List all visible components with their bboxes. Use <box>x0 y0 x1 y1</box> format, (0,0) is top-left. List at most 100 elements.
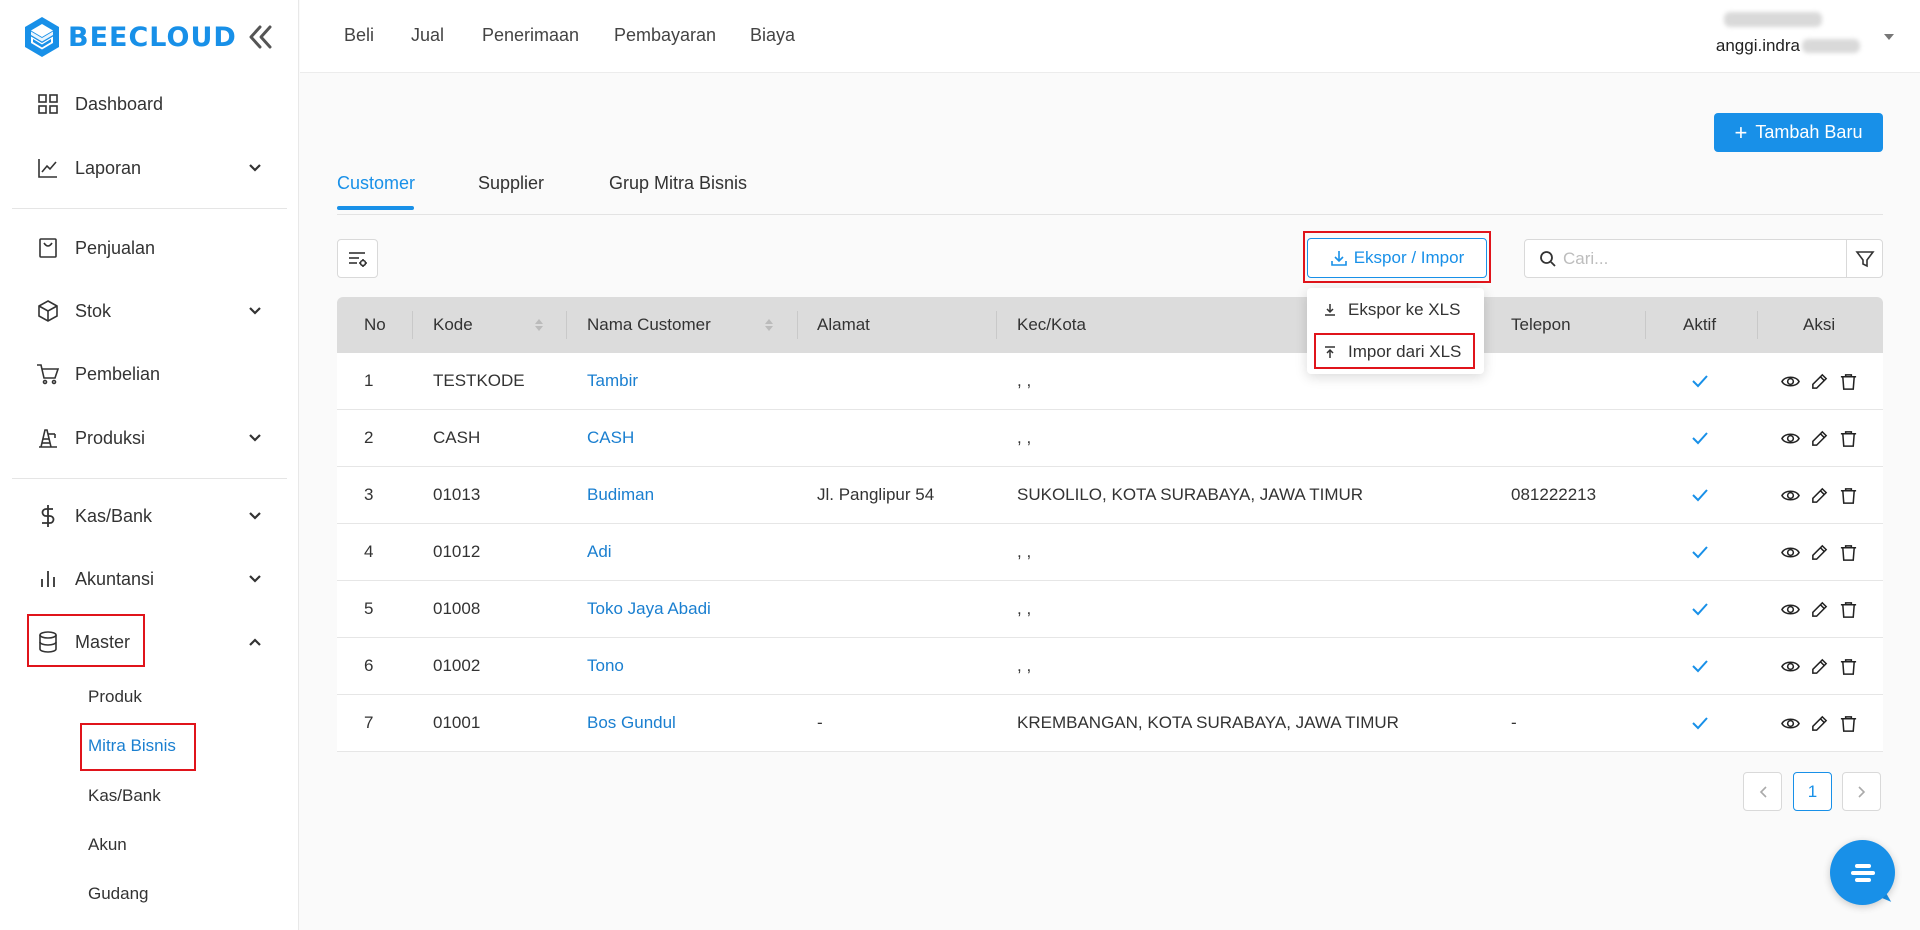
cell-kec-kota: , , <box>1017 428 1032 447</box>
menu-item-export-xls[interactable]: Ekspor ke XLS <box>1307 292 1484 328</box>
sidebar-item-akuntansi[interactable]: Akuntansi <box>12 555 287 603</box>
sidebar-item-pembelian[interactable]: Pembelian <box>12 350 287 398</box>
menu-item-label: Ekspor ke XLS <box>1348 300 1461 319</box>
cell-kec-kota: KREMBANGAN, KOTA SURABAYA, JAWA TIMUR <box>1017 713 1399 732</box>
nav-link-pembayaran[interactable]: Pembayaran <box>614 25 716 46</box>
edit-pencil-icon[interactable] <box>1810 600 1829 619</box>
cell-nama-customer[interactable]: Bos Gundul <box>587 695 676 751</box>
search-icon <box>1540 250 1556 267</box>
column-header-nama-customer[interactable]: Nama Customer <box>587 297 711 353</box>
pagination-page-1[interactable]: 1 <box>1793 772 1832 811</box>
cell-nama-customer[interactable]: Budiman <box>587 467 654 523</box>
delete-trash-icon[interactable] <box>1839 657 1858 676</box>
view-eye-icon[interactable] <box>1781 714 1800 733</box>
sidebar-item-dashboard[interactable]: Dashboard <box>12 80 287 128</box>
cell-nama-customer[interactable]: Adi <box>587 524 612 580</box>
cell-no: 3 <box>364 485 374 504</box>
sidebar-item-label: Stok <box>75 300 112 321</box>
search-input[interactable] <box>1563 248 1833 269</box>
sidebar-item-penjualan[interactable]: Penjualan <box>12 224 287 272</box>
user-email: anggi.indra <box>1716 36 1860 56</box>
view-eye-icon[interactable] <box>1781 372 1800 391</box>
sidebar-subitem-gudang[interactable]: Gudang <box>88 884 149 904</box>
active-check-icon <box>1692 546 1708 559</box>
edit-pencil-icon[interactable] <box>1810 486 1829 505</box>
active-check-icon <box>1692 375 1708 388</box>
view-eye-icon[interactable] <box>1781 543 1800 562</box>
brand-name: BEECLOUD <box>68 21 237 53</box>
nav-link-penerimaan[interactable]: Penerimaan <box>482 25 579 46</box>
sidebar-item-label: Produksi <box>75 427 146 448</box>
column-header-kode[interactable]: Kode <box>433 297 473 353</box>
cell-nama-customer[interactable]: Tono <box>587 638 624 694</box>
email-domain-redacted <box>1802 39 1860 53</box>
sidebar-item-label: Laporan <box>75 157 142 178</box>
column-separator <box>412 311 413 339</box>
table-row: 5 01008 Toko Jaya Abadi , , <box>337 581 1883 638</box>
view-eye-icon[interactable] <box>1781 486 1800 505</box>
add-new-label: Tambah Baru <box>1755 122 1863 142</box>
cell-kec-kota: , , <box>1017 371 1032 390</box>
sidebar-divider <box>12 478 287 479</box>
column-settings-button[interactable] <box>337 239 378 278</box>
edit-pencil-icon[interactable] <box>1810 372 1829 391</box>
sidebar-subitem-akun[interactable]: Akun <box>88 835 127 855</box>
edit-pencil-icon[interactable] <box>1810 429 1829 448</box>
dollar-icon <box>41 505 55 527</box>
view-eye-icon[interactable] <box>1781 429 1800 448</box>
sort-icon[interactable] <box>534 317 544 333</box>
sidebar-item-produksi[interactable]: Produksi <box>12 414 287 462</box>
edit-pencil-icon[interactable] <box>1810 657 1829 676</box>
sidebar-subitem-produk[interactable]: Produk <box>88 687 142 707</box>
sidebar-item-stok[interactable]: Stok <box>12 287 287 335</box>
column-settings-icon <box>348 251 367 267</box>
user-menu[interactable]: anggi.indra <box>1716 12 1860 56</box>
cell-kec-kota: SUKOLILO, KOTA SURABAYA, JAWA TIMUR <box>1017 485 1364 504</box>
collapse-sidebar-icon[interactable] <box>246 22 274 52</box>
sort-icon[interactable] <box>764 317 774 333</box>
chevron-up-icon <box>249 638 261 646</box>
pagination-prev-button[interactable] <box>1743 772 1782 811</box>
filter-button[interactable] <box>1846 239 1883 278</box>
edit-pencil-icon[interactable] <box>1810 714 1829 733</box>
add-new-button[interactable]: + Tambah Baru <box>1714 113 1883 152</box>
cell-alamat: Jl. Panglipur 54 <box>817 485 935 504</box>
sidebar-item-label: Kas/Bank <box>75 505 153 526</box>
tab-grup-mitra-bisnis[interactable]: Grup Mitra Bisnis <box>609 173 747 194</box>
nav-link-biaya[interactable]: Biaya <box>750 25 795 46</box>
cell-kec-kota: , , <box>1017 656 1032 675</box>
chevron-down-icon <box>249 434 261 442</box>
sidebar-item-laporan[interactable]: Laporan <box>12 144 287 192</box>
brand-logo[interactable]: BEECLOUD <box>24 16 237 58</box>
caret-down-icon[interactable] <box>1882 32 1896 42</box>
shopping-bag-icon <box>39 238 57 258</box>
chat-icon <box>1850 863 1875 882</box>
delete-trash-icon[interactable] <box>1839 543 1858 562</box>
table-row: 7 01001 Bos Gundul - KREMBANGAN, KOTA SURABA… <box>337 695 1883 752</box>
tab-supplier[interactable]: Supplier <box>478 173 544 194</box>
pagination-next-button[interactable] <box>1842 772 1881 811</box>
chat-button[interactable] <box>1830 840 1895 905</box>
edit-pencil-icon[interactable] <box>1810 543 1829 562</box>
delete-trash-icon[interactable] <box>1839 429 1858 448</box>
cell-nama-customer[interactable]: Tambir <box>587 353 638 409</box>
view-eye-icon[interactable] <box>1781 657 1800 676</box>
delete-trash-icon[interactable] <box>1839 486 1858 505</box>
column-header-kec-kota: Kec/Kota <box>1017 315 1086 334</box>
sidebar-item-kas-bank[interactable]: Kas/Bank <box>12 492 287 540</box>
cell-telepon: 081222213 <box>1511 485 1597 504</box>
delete-trash-icon[interactable] <box>1839 714 1858 733</box>
sidebar-subitem-kas-bank[interactable]: Kas/Bank <box>88 786 161 806</box>
delete-trash-icon[interactable] <box>1839 372 1858 391</box>
company-name-redacted <box>1723 12 1822 27</box>
delete-trash-icon[interactable] <box>1839 600 1858 619</box>
chevron-down-icon <box>249 512 261 520</box>
cell-nama-customer[interactable]: Toko Jaya Abadi <box>587 581 711 637</box>
sidebar-item-label: Penjualan <box>75 237 156 258</box>
tab-customer[interactable]: Customer <box>337 173 415 194</box>
nav-link-beli[interactable]: Beli <box>344 25 374 46</box>
nav-link-jual[interactable]: Jual <box>411 25 444 46</box>
cell-no: 1 <box>364 371 374 390</box>
cell-nama-customer[interactable]: CASH <box>587 410 634 466</box>
view-eye-icon[interactable] <box>1781 600 1800 619</box>
